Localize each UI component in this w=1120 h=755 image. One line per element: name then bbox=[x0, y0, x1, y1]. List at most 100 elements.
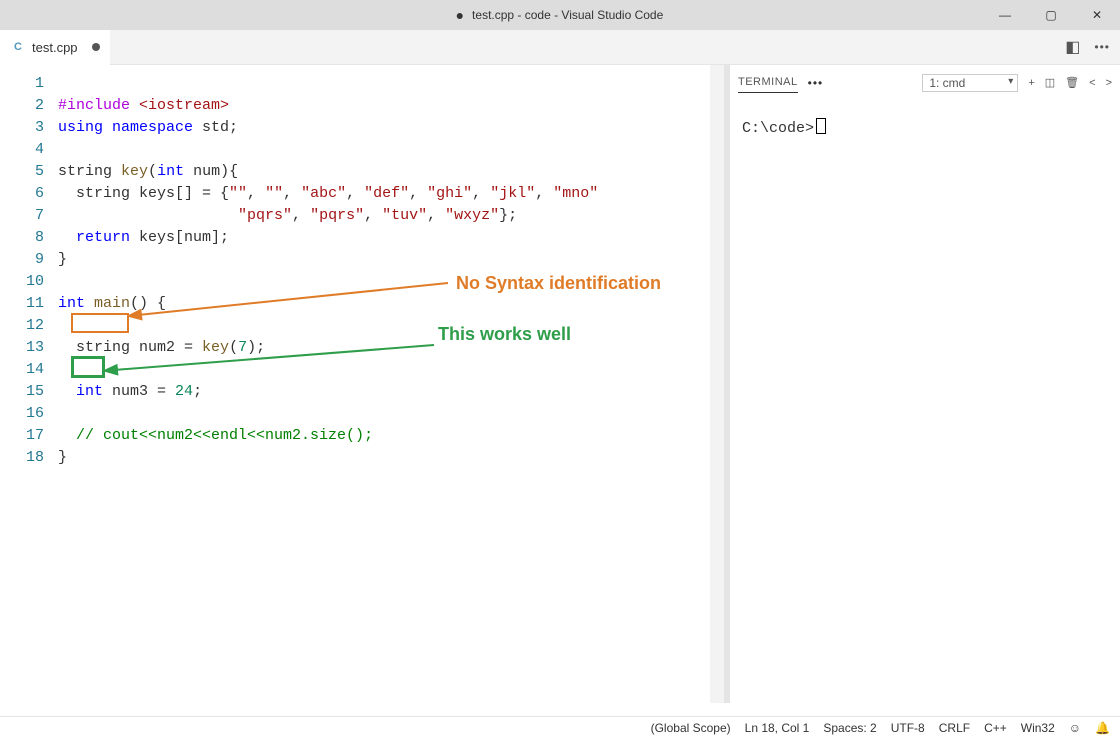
more-actions-icon[interactable]: ••• bbox=[1094, 40, 1110, 54]
editor[interactable]: 1 2 3 4 5 6 7 8 9 10 11 12 13 14 15 16 1… bbox=[0, 65, 710, 703]
terminal-body[interactable]: C:\code> bbox=[730, 100, 1120, 155]
panel-tab-terminal[interactable]: TERMINAL bbox=[738, 72, 798, 93]
panel-header: TERMINAL ••• 1: cmd + ◫ 🗑 < > bbox=[730, 65, 1120, 100]
highlight-string bbox=[71, 313, 129, 333]
ln: 11 bbox=[0, 293, 44, 315]
t: int bbox=[58, 295, 85, 312]
t: int bbox=[76, 383, 103, 400]
t: ; bbox=[229, 119, 238, 136]
t bbox=[58, 383, 76, 400]
highlight-int bbox=[71, 356, 105, 378]
ln: 8 bbox=[0, 227, 44, 249]
t: ( bbox=[229, 339, 238, 356]
ln: 7 bbox=[0, 205, 44, 227]
t: std bbox=[202, 119, 229, 136]
annotation-green: This works well bbox=[438, 323, 571, 345]
editor-actions: ◧ ••• bbox=[1065, 37, 1120, 57]
tab-label: test.cpp bbox=[32, 40, 78, 55]
t: // cout<<num2<<endl<<num2.size(); bbox=[76, 427, 373, 444]
status-target[interactable]: Win32 bbox=[1021, 721, 1055, 735]
t: string keys[] = { bbox=[58, 185, 229, 202]
ln: 5 bbox=[0, 161, 44, 183]
t: <iostream> bbox=[139, 97, 229, 114]
tab-testcpp[interactable]: C test.cpp bbox=[0, 30, 110, 65]
t: num bbox=[184, 163, 220, 180]
ln: 1 bbox=[0, 73, 44, 95]
t: int bbox=[157, 163, 184, 180]
t: , bbox=[247, 185, 265, 202]
ln: 17 bbox=[0, 425, 44, 447]
t: num3 = bbox=[103, 383, 175, 400]
maximize-button[interactable]: ▢ bbox=[1028, 0, 1074, 30]
ln: 3 bbox=[0, 117, 44, 139]
unsaved-dot-icon bbox=[92, 43, 100, 51]
ln: 9 bbox=[0, 249, 44, 271]
ln: 6 bbox=[0, 183, 44, 205]
prev-icon[interactable]: < bbox=[1089, 77, 1095, 89]
t bbox=[58, 207, 238, 224]
ln: 4 bbox=[0, 139, 44, 161]
t: num2 = bbox=[130, 339, 202, 356]
t: } bbox=[58, 449, 67, 466]
t: 24 bbox=[175, 383, 193, 400]
status-scope[interactable]: (Global Scope) bbox=[651, 721, 731, 735]
status-spaces[interactable]: Spaces: 2 bbox=[823, 721, 876, 735]
ln: 14 bbox=[0, 359, 44, 381]
window-title: test.cpp - code - Visual Studio Code bbox=[457, 8, 664, 22]
t: , bbox=[427, 207, 445, 224]
panel-more-icon[interactable]: ••• bbox=[808, 76, 824, 90]
status-right: (Global Scope) Ln 18, Col 1 Spaces: 2 UT… bbox=[651, 721, 1120, 735]
ln: 10 bbox=[0, 271, 44, 293]
status-eol[interactable]: CRLF bbox=[939, 721, 970, 735]
close-button[interactable]: ✕ bbox=[1074, 0, 1120, 30]
t: "pqrs" bbox=[310, 207, 364, 224]
t: "tuv" bbox=[382, 207, 427, 224]
ln: 18 bbox=[0, 447, 44, 469]
t: using bbox=[58, 119, 112, 136]
code-area[interactable]: #include <iostream> using namespace std;… bbox=[58, 65, 598, 703]
t: #include bbox=[58, 97, 139, 114]
t: ( bbox=[148, 163, 157, 180]
t: "" bbox=[229, 185, 247, 202]
t: main bbox=[94, 295, 130, 312]
t bbox=[58, 229, 76, 246]
t: , bbox=[283, 185, 301, 202]
ln: 2 bbox=[0, 95, 44, 117]
ln: 12 bbox=[0, 315, 44, 337]
kill-terminal-icon[interactable]: 🗑 bbox=[1065, 76, 1079, 89]
t: "ghi" bbox=[427, 185, 472, 202]
ln: 13 bbox=[0, 337, 44, 359]
tab-bar: C test.cpp ◧ ••• bbox=[0, 30, 1120, 65]
t bbox=[58, 339, 76, 356]
t: }; bbox=[499, 207, 517, 224]
status-language[interactable]: C++ bbox=[984, 721, 1007, 735]
t: "abc" bbox=[301, 185, 346, 202]
minimize-button[interactable]: ― bbox=[982, 0, 1028, 30]
new-terminal-icon[interactable]: + bbox=[1028, 77, 1034, 89]
title-text: test.cpp - code - Visual Studio Code bbox=[472, 8, 663, 22]
t: , bbox=[364, 207, 382, 224]
t: ; bbox=[193, 383, 202, 400]
t: "def" bbox=[364, 185, 409, 202]
bell-icon[interactable]: 🔔 bbox=[1095, 721, 1110, 735]
next-icon[interactable]: > bbox=[1106, 77, 1112, 89]
titlebar: test.cpp - code - Visual Studio Code ― ▢… bbox=[0, 0, 1120, 30]
terminal-select[interactable]: 1: cmd bbox=[922, 74, 1018, 92]
annotation-orange: No Syntax identification bbox=[456, 272, 661, 294]
t: } bbox=[58, 251, 67, 268]
status-encoding[interactable]: UTF-8 bbox=[891, 721, 925, 735]
split-editor-icon[interactable]: ◧ bbox=[1065, 37, 1080, 57]
t: key bbox=[202, 339, 229, 356]
cpp-file-icon: C bbox=[10, 39, 26, 55]
split-terminal-icon[interactable]: ◫ bbox=[1045, 76, 1055, 89]
editor-scrollbar[interactable] bbox=[710, 65, 724, 703]
t: namespace bbox=[112, 119, 202, 136]
feedback-icon[interactable]: ☺ bbox=[1069, 721, 1081, 735]
status-position[interactable]: Ln 18, Col 1 bbox=[745, 721, 810, 735]
t: return bbox=[76, 229, 130, 246]
t: keys[num]; bbox=[130, 229, 229, 246]
t: "pqrs" bbox=[238, 207, 292, 224]
t bbox=[112, 163, 121, 180]
line-gutter: 1 2 3 4 5 6 7 8 9 10 11 12 13 14 15 16 1… bbox=[0, 65, 58, 703]
t bbox=[58, 427, 76, 444]
